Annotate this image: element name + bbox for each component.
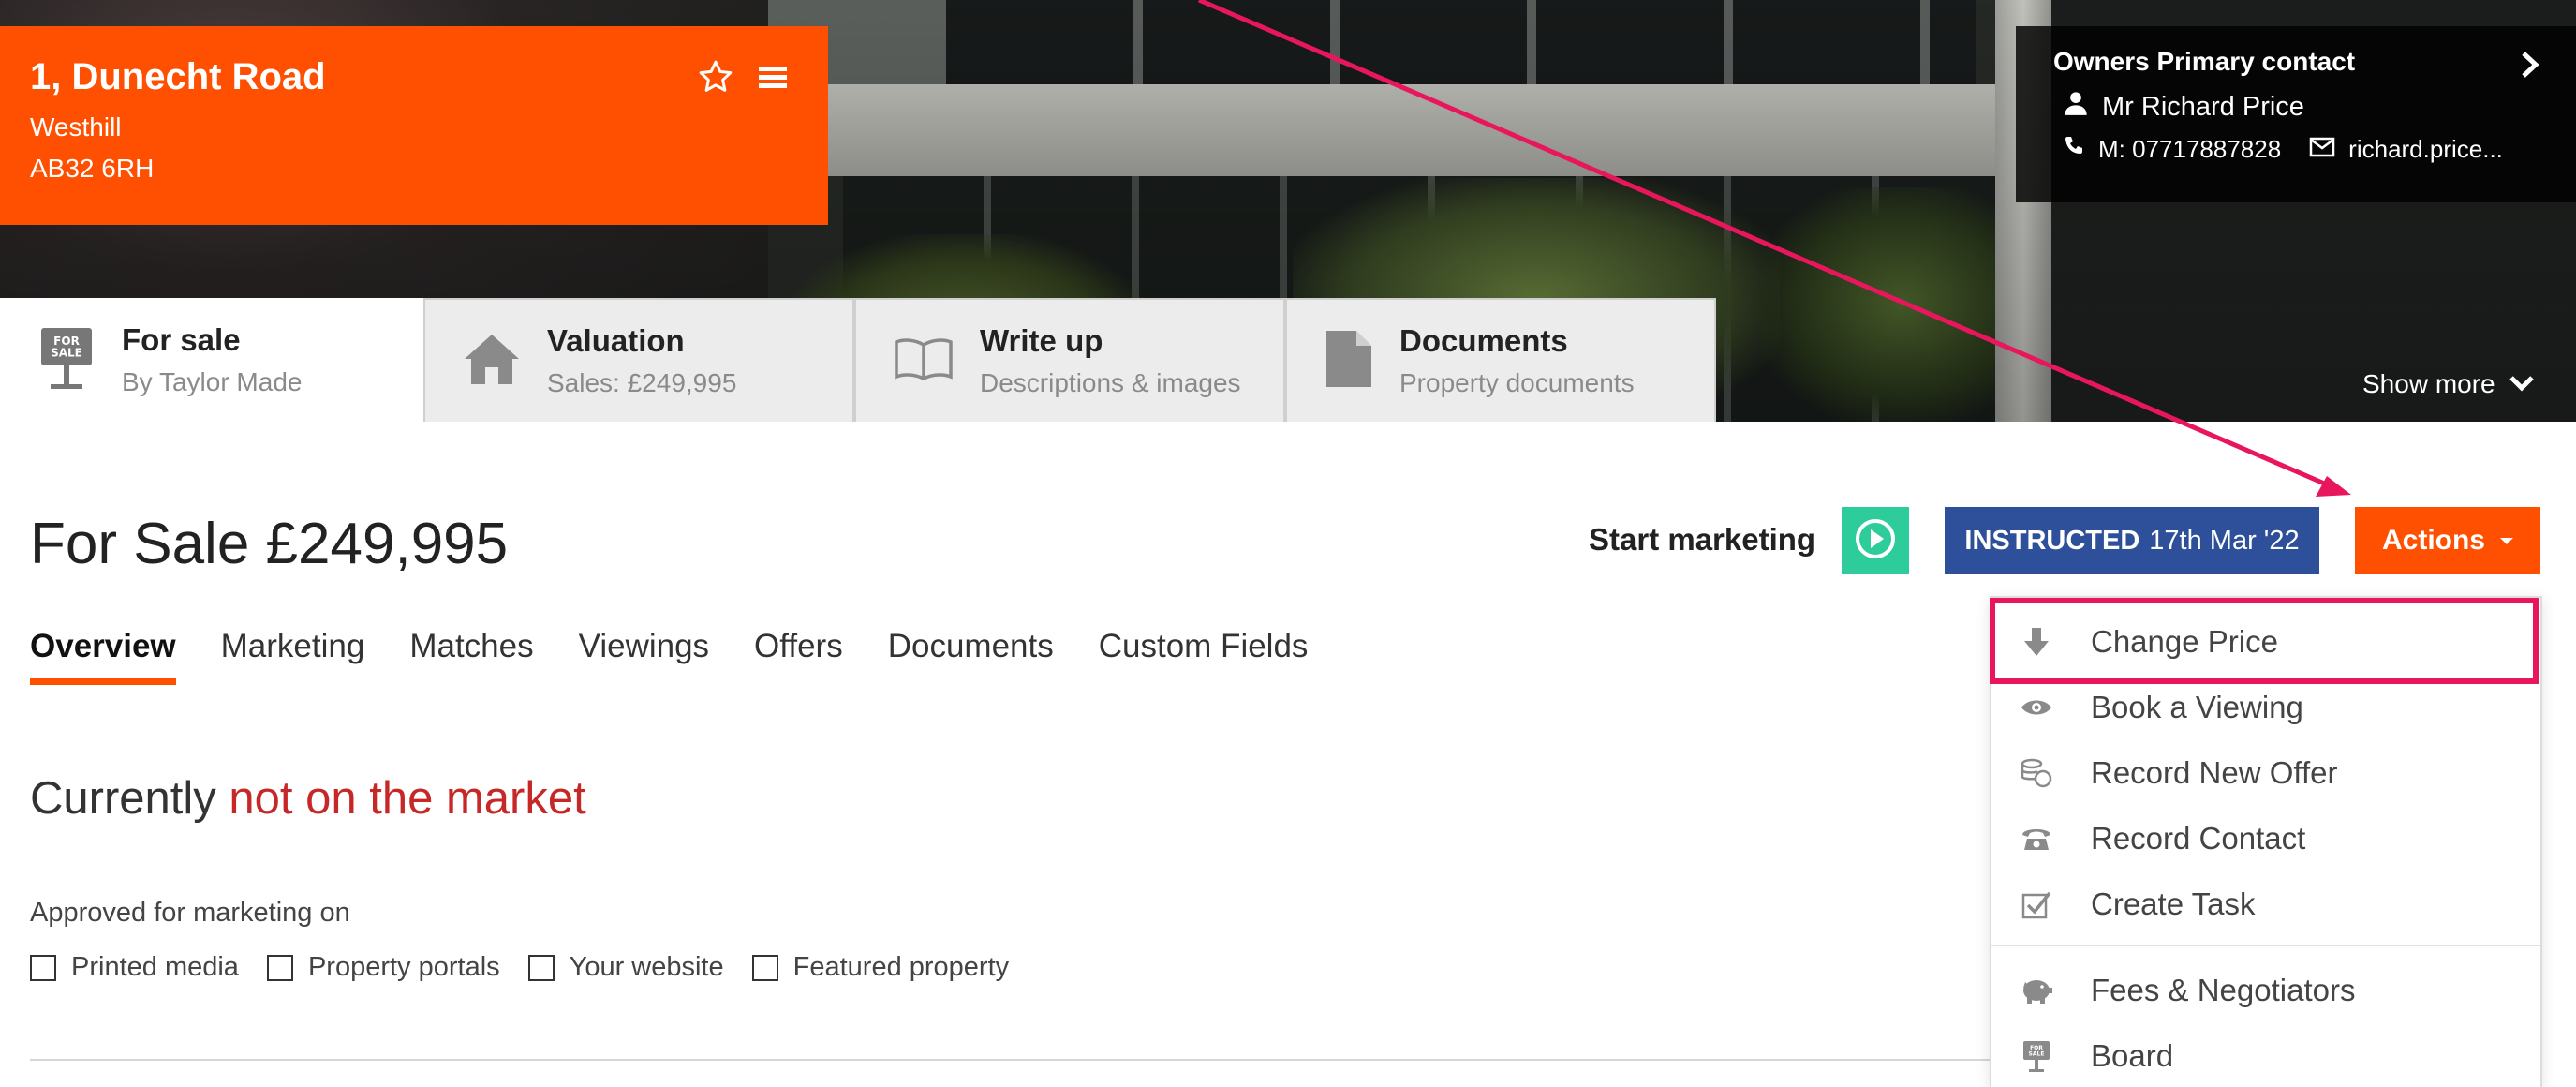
subtab-custom-fields[interactable]: Custom Fields: [1099, 628, 1309, 685]
market-status-heading: Currently not on the market: [30, 772, 586, 825]
address-card: 1, Dunecht Road Westhill AB32 6RH: [0, 26, 828, 225]
owner-email[interactable]: richard.price...: [2348, 135, 2503, 164]
your-website-option[interactable]: Your website: [527, 952, 724, 983]
actions-button[interactable]: Actions: [2355, 507, 2540, 574]
document-icon: [1325, 329, 1373, 394]
section-divider: [30, 1059, 1997, 1061]
menu-item-label: Board: [2091, 1038, 2174, 1073]
coins-icon: [2020, 756, 2053, 790]
show-more-label: Show more: [2362, 369, 2495, 398]
owner-panel-title: Owners Primary contact: [2053, 47, 2356, 76]
tab-documents[interactable]: Documents Property documents: [1285, 298, 1716, 422]
tab-for-sale-subtitle: By Taylor Made: [122, 367, 303, 396]
printed-media-option[interactable]: Printed media: [30, 952, 239, 983]
chevron-down-icon: [2509, 369, 2535, 399]
sign-board-text-top: FOR SALE: [51, 335, 82, 360]
phone-icon: [2063, 135, 2085, 164]
menu-item-create-task[interactable]: Create Task: [1991, 871, 2540, 937]
envelope-icon: [2309, 135, 2335, 164]
your-website-checkbox[interactable]: [527, 954, 555, 981]
subtab-marketing[interactable]: Marketing: [221, 628, 365, 685]
address-line1: 1, Dunecht Road: [30, 56, 326, 97]
sign-board-icon: FOR SALE: [2020, 1039, 2053, 1073]
menu-item-board[interactable]: FOR SALE Board: [1991, 1023, 2540, 1087]
menu-icon[interactable]: [759, 64, 787, 90]
printed-media-checkbox[interactable]: [30, 954, 56, 981]
eye-icon: [2020, 691, 2053, 724]
menu-item-record-new-offer[interactable]: Record New Offer: [1991, 740, 2540, 806]
menu-item-label: Book a Viewing: [2091, 690, 2303, 724]
chevron-right-icon[interactable]: [2520, 51, 2540, 83]
menu-item-label: Record New Offer: [2091, 755, 2338, 790]
tab-documents-subtitle: Property documents: [1399, 368, 1635, 397]
subtab-overview[interactable]: Overview: [30, 628, 176, 685]
market-status-value: not on the market: [229, 773, 586, 824]
tab-write-up-subtitle: Descriptions & images: [980, 368, 1241, 397]
tab-valuation-title: Valuation: [547, 323, 685, 358]
menu-item-record-contact[interactable]: Record Contact: [1991, 806, 2540, 871]
phone-icon: [2020, 822, 2053, 856]
market-status-prefix: Currently: [30, 773, 216, 824]
play-icon: [1854, 517, 1897, 564]
star-icon[interactable]: [697, 58, 734, 96]
menu-item-book-viewing[interactable]: Book a Viewing: [1991, 675, 2540, 740]
subtab-offers[interactable]: Offers: [754, 628, 843, 685]
property-portals-label: Property portals: [307, 952, 500, 982]
page-title: For Sale £249,995: [30, 512, 509, 576]
tab-valuation[interactable]: Valuation Sales: £249,995: [423, 298, 854, 422]
instructed-date: 17th Mar '22: [2149, 525, 2300, 556]
instructed-label: INSTRUCTED: [1964, 525, 2140, 556]
caret-down-icon: [2500, 537, 2513, 544]
approved-marketing-label: Approved for marketing on: [30, 898, 350, 928]
house-icon: [463, 332, 521, 391]
subtab-viewings[interactable]: Viewings: [579, 628, 709, 685]
owner-mobile[interactable]: M: 07717887828: [2098, 135, 2281, 164]
tab-write-up-title: Write up: [980, 323, 1103, 358]
address-postcode: AB32 6RH: [30, 154, 155, 183]
checkbox-icon: [2020, 887, 2053, 921]
subtab-documents[interactable]: Documents: [888, 628, 1054, 685]
owner-name[interactable]: Mr Richard Price: [2102, 92, 2304, 123]
property-sub-tabs: Overview Marketing Matches Viewings Offe…: [30, 628, 1308, 685]
tab-write-up[interactable]: Write up Descriptions & images: [854, 298, 1285, 422]
property-top-tabs: FOR SALE For sale By Taylor Made Valuatio…: [0, 298, 1716, 422]
menu-divider: [1991, 945, 2540, 946]
tab-valuation-subtitle: Sales: £249,995: [547, 368, 737, 397]
your-website-label: Your website: [569, 952, 724, 982]
piggy-bank-icon: [2020, 974, 2053, 1007]
menu-item-label: Fees & Negotiators: [2091, 973, 2356, 1007]
sign-board-text-menu: FOR SALE: [2029, 1045, 2045, 1057]
property-portals-checkbox[interactable]: [266, 954, 293, 981]
tab-documents-title: Documents: [1399, 323, 1568, 358]
start-marketing-label: Start marketing: [1589, 522, 1816, 557]
book-icon: [894, 337, 954, 385]
tab-for-sale[interactable]: FOR SALE For sale By Taylor Made: [0, 298, 423, 422]
menu-item-label: Create Task: [2091, 886, 2256, 921]
tab-for-sale-title: For sale: [122, 322, 241, 357]
for-sale-sign-icon: FOR SALE: [37, 326, 96, 395]
actions-label: Actions: [2381, 525, 2485, 556]
instructed-status-badge: INSTRUCTED 17th Mar '22: [1945, 507, 2319, 574]
menu-item-label: Record Contact: [2091, 821, 2306, 856]
owner-contact-panel: Owners Primary contact Mr Richard Price …: [2016, 26, 2576, 202]
start-marketing-button[interactable]: [1842, 507, 1909, 574]
featured-property-checkbox[interactable]: [751, 954, 778, 981]
address-line2: Westhill: [30, 112, 122, 141]
property-portals-option[interactable]: Property portals: [266, 952, 500, 983]
show-more-button[interactable]: Show more: [2362, 369, 2535, 399]
subtab-matches[interactable]: Matches: [409, 628, 533, 685]
printed-media-label: Printed media: [71, 952, 239, 982]
person-icon: [2063, 90, 2089, 124]
featured-property-label: Featured property: [792, 952, 1010, 982]
change-price-highlight: [1990, 598, 2539, 684]
featured-property-option[interactable]: Featured property: [751, 952, 1010, 983]
menu-item-fees-negotiators[interactable]: Fees & Negotiators: [1991, 958, 2540, 1023]
approved-marketing-options: Printed media Property portals Your webs…: [30, 952, 1009, 983]
